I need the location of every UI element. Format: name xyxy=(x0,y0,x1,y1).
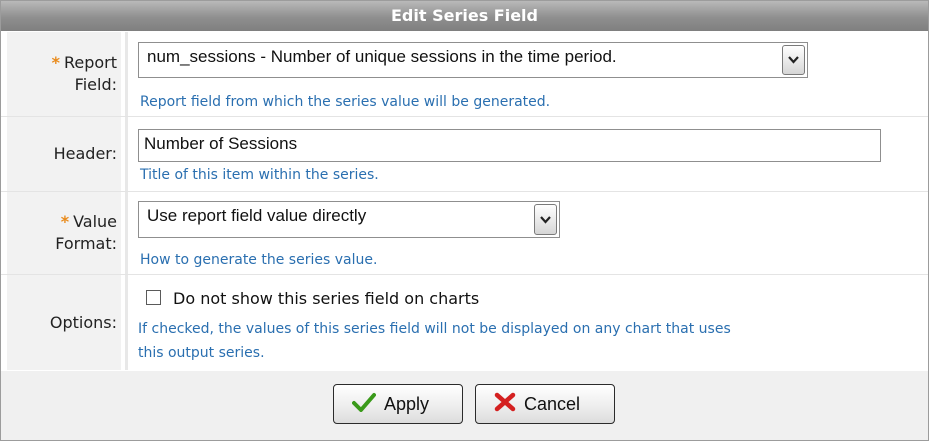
required-marker: * xyxy=(51,53,60,72)
column-divider xyxy=(125,275,128,370)
cancel-button[interactable]: Cancel xyxy=(475,384,615,424)
header-label: Header: xyxy=(7,117,121,191)
chevron-down-icon[interactable] xyxy=(782,45,805,75)
column-divider xyxy=(125,32,128,116)
edit-series-field-dialog: Edit Series Field * Report Field: num_ses… xyxy=(0,0,929,441)
dialog-footer: Apply Cancel xyxy=(1,371,928,440)
required-marker: * xyxy=(60,212,70,231)
options-help-line2: this output series. xyxy=(138,345,265,361)
hide-on-charts-label[interactable]: Do not show this series field on charts xyxy=(173,289,479,308)
column-divider xyxy=(125,192,128,274)
checkmark-icon xyxy=(352,392,376,417)
x-icon xyxy=(494,392,516,417)
chevron-down-icon[interactable] xyxy=(534,204,557,235)
report-field-row: * Report Field: num_sessions - Number of … xyxy=(1,32,928,117)
value-format-row: * Value Format: Use report field value di… xyxy=(1,192,928,275)
dialog-title: Edit Series Field xyxy=(1,1,928,31)
header-help: Title of this item within the series. xyxy=(140,167,379,183)
report-field-select[interactable]: num_sessions - Number of unique sessions… xyxy=(138,42,808,78)
report-field-label: * Report Field: xyxy=(7,32,121,116)
column-divider xyxy=(125,117,128,191)
options-label: Options: xyxy=(7,275,121,370)
value-format-select[interactable]: Use report field value directly xyxy=(138,201,560,238)
apply-button[interactable]: Apply xyxy=(333,384,463,424)
header-row: Header: Number of Sessions Title of this… xyxy=(1,117,928,192)
report-field-help: Report field from which the series value… xyxy=(140,94,551,110)
value-format-help: How to generate the series value. xyxy=(140,252,378,268)
options-row: Options: Do not show this series field o… xyxy=(1,275,928,370)
header-input[interactable]: Number of Sessions xyxy=(138,129,881,162)
value-format-label: * Value Format: xyxy=(7,192,121,274)
options-help-line1: If checked, the values of this series fi… xyxy=(138,321,731,337)
hide-on-charts-checkbox[interactable] xyxy=(146,290,161,305)
